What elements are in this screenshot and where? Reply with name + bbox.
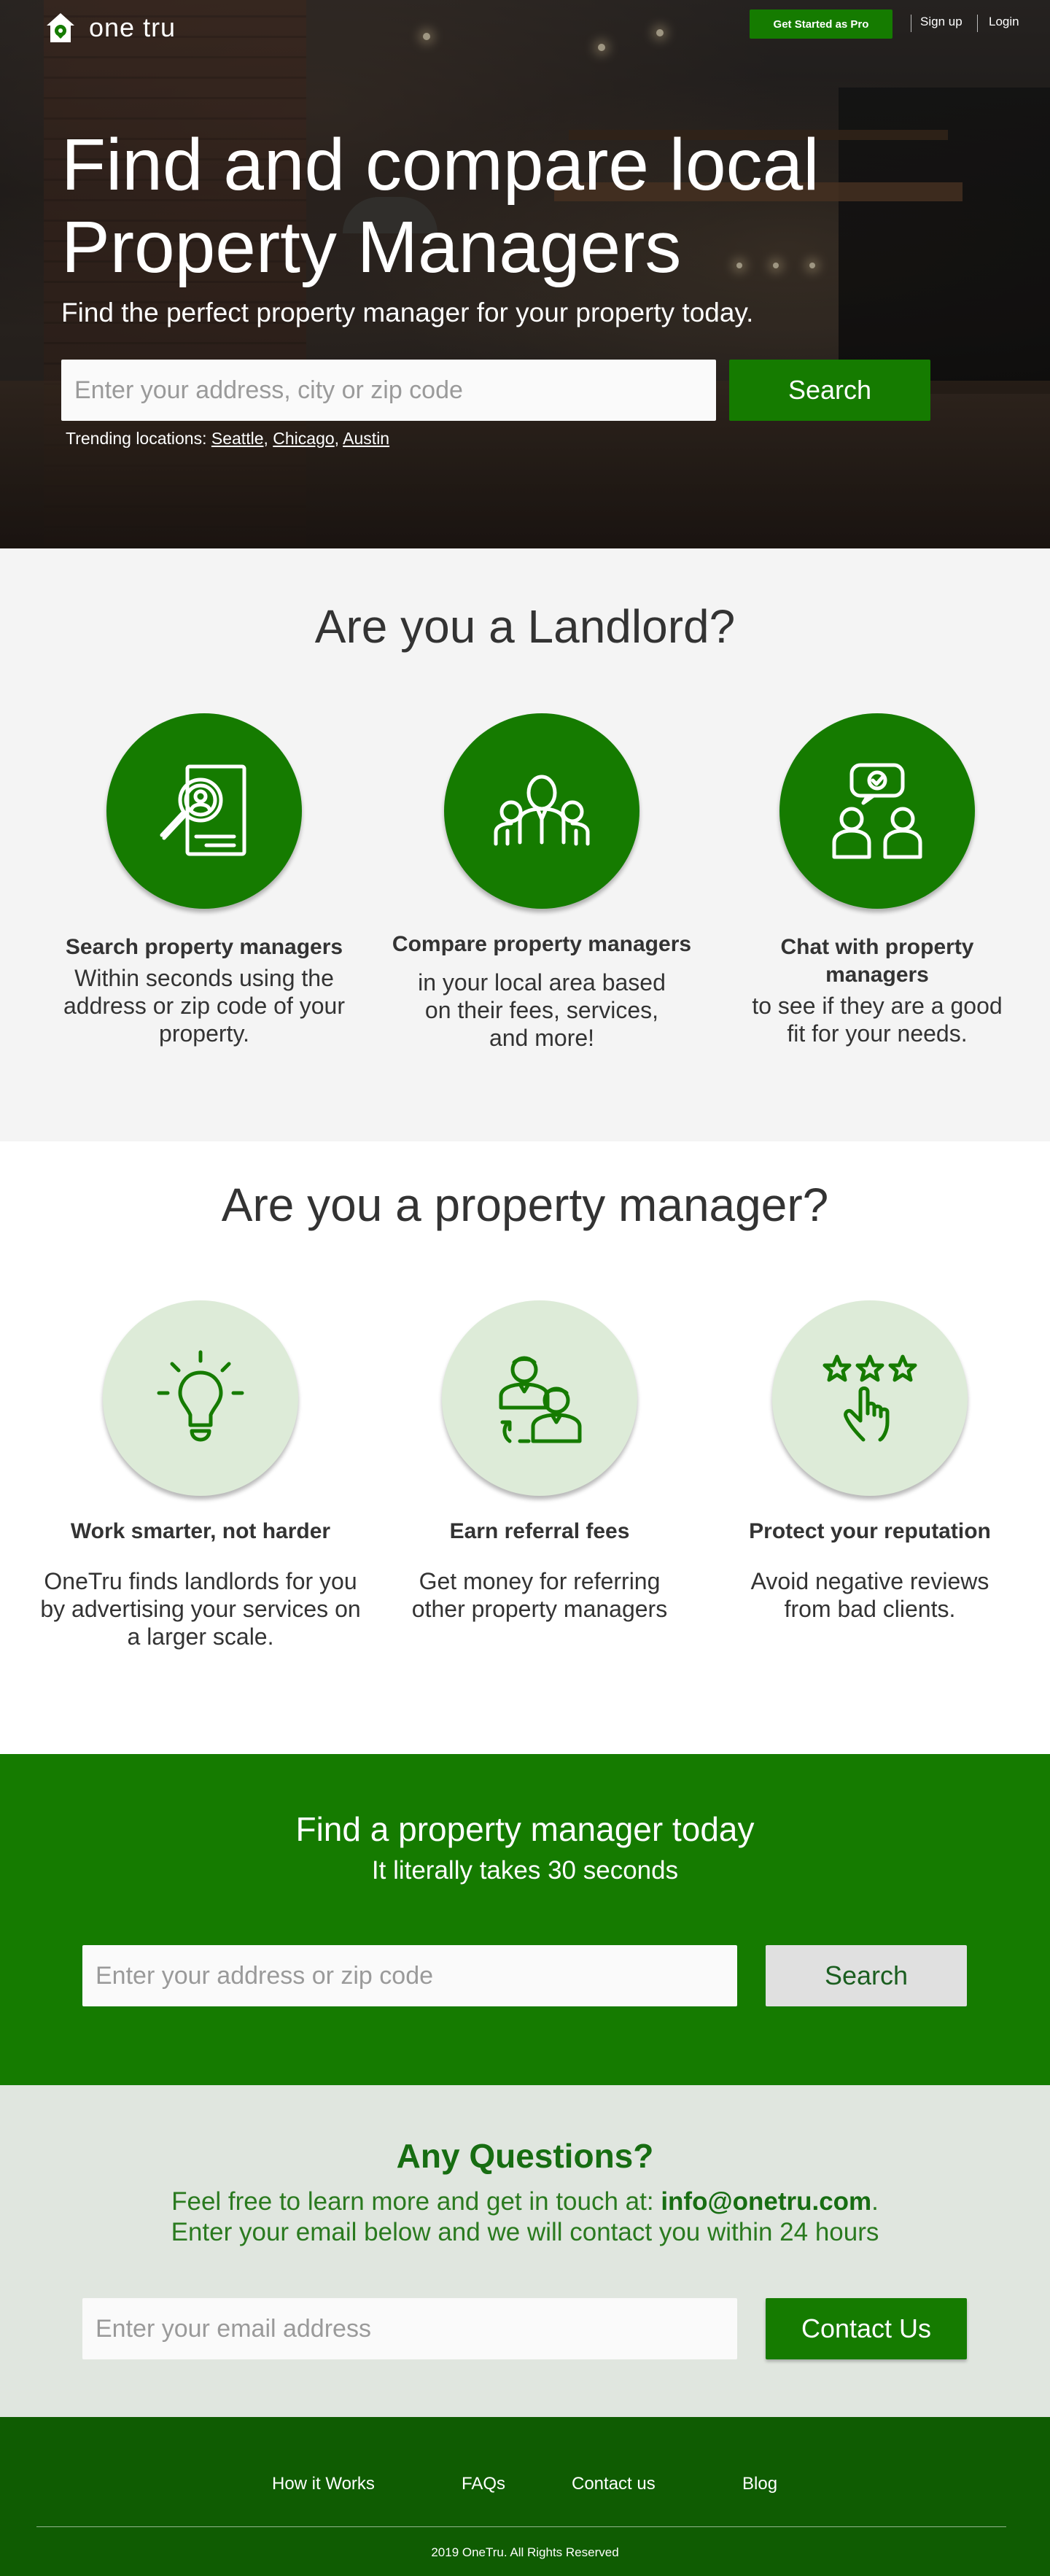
text-line: fit for your needs. xyxy=(787,1020,968,1047)
text-line: OneTru finds landlords for you xyxy=(44,1568,357,1594)
text-line: address or zip code of your xyxy=(63,993,345,1019)
text-line: Within seconds using the xyxy=(74,965,334,991)
landlord-card-text: to see if they are a good fit for your n… xyxy=(702,992,1050,1047)
landlord-card-icon-circle xyxy=(106,713,302,909)
text-line: Avoid negative reviews xyxy=(750,1568,989,1594)
landlord-section: Are you a Landlord? Search property mana… xyxy=(0,548,1050,1141)
hero-subtitle: Find the perfect property manager for yo… xyxy=(61,298,754,327)
hero-title-line2: Property Managers xyxy=(61,206,682,288)
landlord-card-icon-circle xyxy=(779,713,975,909)
logo-text: one tru xyxy=(89,12,176,42)
landlord-card-title: Search property managers xyxy=(65,935,343,959)
text-line: to see if they are a good xyxy=(752,993,1003,1019)
text-line: Get money for referring xyxy=(419,1568,661,1594)
cta-title: Find a property manager today xyxy=(295,1810,755,1848)
text-line: a larger scale. xyxy=(127,1623,274,1650)
copyright: 2019 OneTru. All Rights Reserved xyxy=(431,2545,619,2559)
pm-card-icon-circle xyxy=(772,1300,968,1496)
chat-people-icon xyxy=(832,763,922,859)
landlord-card-chat: Chat with property managers to see if th… xyxy=(702,713,1050,1047)
hero-search-button[interactable]: Search xyxy=(729,360,930,421)
cta-search-button[interactable]: Search xyxy=(766,1945,967,2006)
questions-line1: Feel free to learn more and get in touch… xyxy=(0,2187,1050,2216)
questions-line1-suffix: . xyxy=(871,2187,879,2216)
landlord-card-title: Compare property managers xyxy=(392,932,692,956)
trending-link-seattle[interactable]: Seattle xyxy=(211,429,264,448)
login-link[interactable]: Login xyxy=(989,15,1019,29)
lightbulb-icon xyxy=(157,1350,244,1442)
hero-title: Find and compare local Property Managers xyxy=(61,124,936,289)
pm-title: Are you a property manager? xyxy=(221,1179,829,1231)
footer-link-blog[interactable]: Blog xyxy=(742,2474,777,2494)
footer-link-faqs[interactable]: FAQs xyxy=(462,2474,505,2494)
pm-card-reputation: Protect your reputation Avoid negative r… xyxy=(695,1300,1045,1623)
signup-link[interactable]: Sign up xyxy=(920,15,962,29)
referral-people-icon xyxy=(499,1356,582,1443)
text-line: in your local area based xyxy=(418,969,666,996)
top-nav: one tru Get Started as Pro Sign up Login xyxy=(0,0,1050,51)
pm-card-smarter: Work smarter, not harder OneTru finds la… xyxy=(26,1300,376,1650)
text-line: on their fees, services, xyxy=(424,997,659,1023)
landlord-title: Are you a Landlord? xyxy=(314,600,736,653)
trending-locations: Trending locations: Seattle, Chicago, Au… xyxy=(66,429,390,448)
contact-email-link[interactable]: info@onetru.com xyxy=(661,2187,871,2216)
hero-search-row: Search xyxy=(61,360,930,421)
landlord-card-text: Within seconds using the address or zip … xyxy=(29,964,379,1047)
footer-link-how-it-works[interactable]: How it Works xyxy=(272,2474,375,2494)
questions-title: Any Questions? xyxy=(396,2137,654,2175)
get-started-pro-button[interactable]: Get Started as Pro xyxy=(750,9,892,39)
questions-line1-prefix: Feel free to learn more and get in touch… xyxy=(171,2187,654,2216)
trending-label: Trending locations: xyxy=(66,429,207,448)
hero-section: one tru Get Started as Pro Sign up Login… xyxy=(0,0,1050,548)
cta-tagline: It literally takes 30 seconds xyxy=(371,1856,679,1885)
pm-card-title: Earn referral fees xyxy=(449,1519,630,1543)
trending-link-chicago[interactable]: Chicago xyxy=(273,429,334,448)
pm-card-title: Protect your reputation xyxy=(749,1519,991,1543)
landlord-card-text: in your local area based on their fees, … xyxy=(367,969,717,1052)
footer-divider xyxy=(36,2526,1006,2527)
property-manager-section: Are you a property manager? Work smarter… xyxy=(0,1141,1050,1754)
text-line: and more! xyxy=(489,1025,595,1051)
find-manager-cta: Find a property manager today It literal… xyxy=(0,1754,1050,2085)
pm-card-icon-circle xyxy=(442,1300,637,1496)
hero-title-line1: Find and compare local xyxy=(61,124,820,206)
title-line: managers xyxy=(825,963,929,987)
group-people-icon xyxy=(494,775,590,846)
contact-us-button[interactable]: Contact Us xyxy=(766,2298,967,2359)
footer-link-contact[interactable]: Contact us xyxy=(572,2474,656,2494)
hero-content: Find and compare local Property Managers… xyxy=(61,124,936,328)
landlord-card-search: Search property managers Within seconds … xyxy=(29,713,379,1047)
pm-card-icon-circle xyxy=(103,1300,298,1496)
text-line: from bad clients. xyxy=(784,1596,956,1622)
questions-section: Any Questions? Feel free to learn more a… xyxy=(0,2085,1050,2417)
email-input[interactable] xyxy=(82,2298,737,2359)
trending-link-austin[interactable]: Austin xyxy=(343,429,389,448)
house-icon xyxy=(47,13,74,42)
text-line: other property managers xyxy=(411,1596,668,1622)
title-line: Chat with property xyxy=(780,935,974,959)
logo[interactable]: one tru xyxy=(45,12,176,44)
pm-card-text: OneTru finds landlords for you by advert… xyxy=(26,1567,376,1650)
nav-divider xyxy=(977,15,978,32)
pm-card-text: Avoid negative reviews from bad clients. xyxy=(695,1567,1045,1623)
landlord-card-compare: Compare property managers in your local … xyxy=(367,713,717,1052)
pm-card-referral: Earn referral fees Get money for referri… xyxy=(365,1300,715,1623)
footer: How it Works FAQs Contact us Blog 2019 O… xyxy=(0,2417,1050,2576)
pm-card-text: Get money for referring other property m… xyxy=(365,1567,715,1623)
landlord-card-icon-circle xyxy=(444,713,639,909)
text-line: property. xyxy=(159,1020,249,1047)
pm-card-title: Work smarter, not harder xyxy=(70,1519,331,1543)
hero-search-input[interactable] xyxy=(61,360,716,421)
stars-hand-icon xyxy=(822,1354,917,1442)
cta-address-input[interactable] xyxy=(82,1945,737,2006)
landlord-card-title: Chat with property managers xyxy=(702,934,1050,989)
text-line: by advertising your services on xyxy=(40,1596,361,1622)
search-document-icon xyxy=(160,764,246,856)
questions-line2: Enter your email below and we will conta… xyxy=(171,2218,879,2246)
